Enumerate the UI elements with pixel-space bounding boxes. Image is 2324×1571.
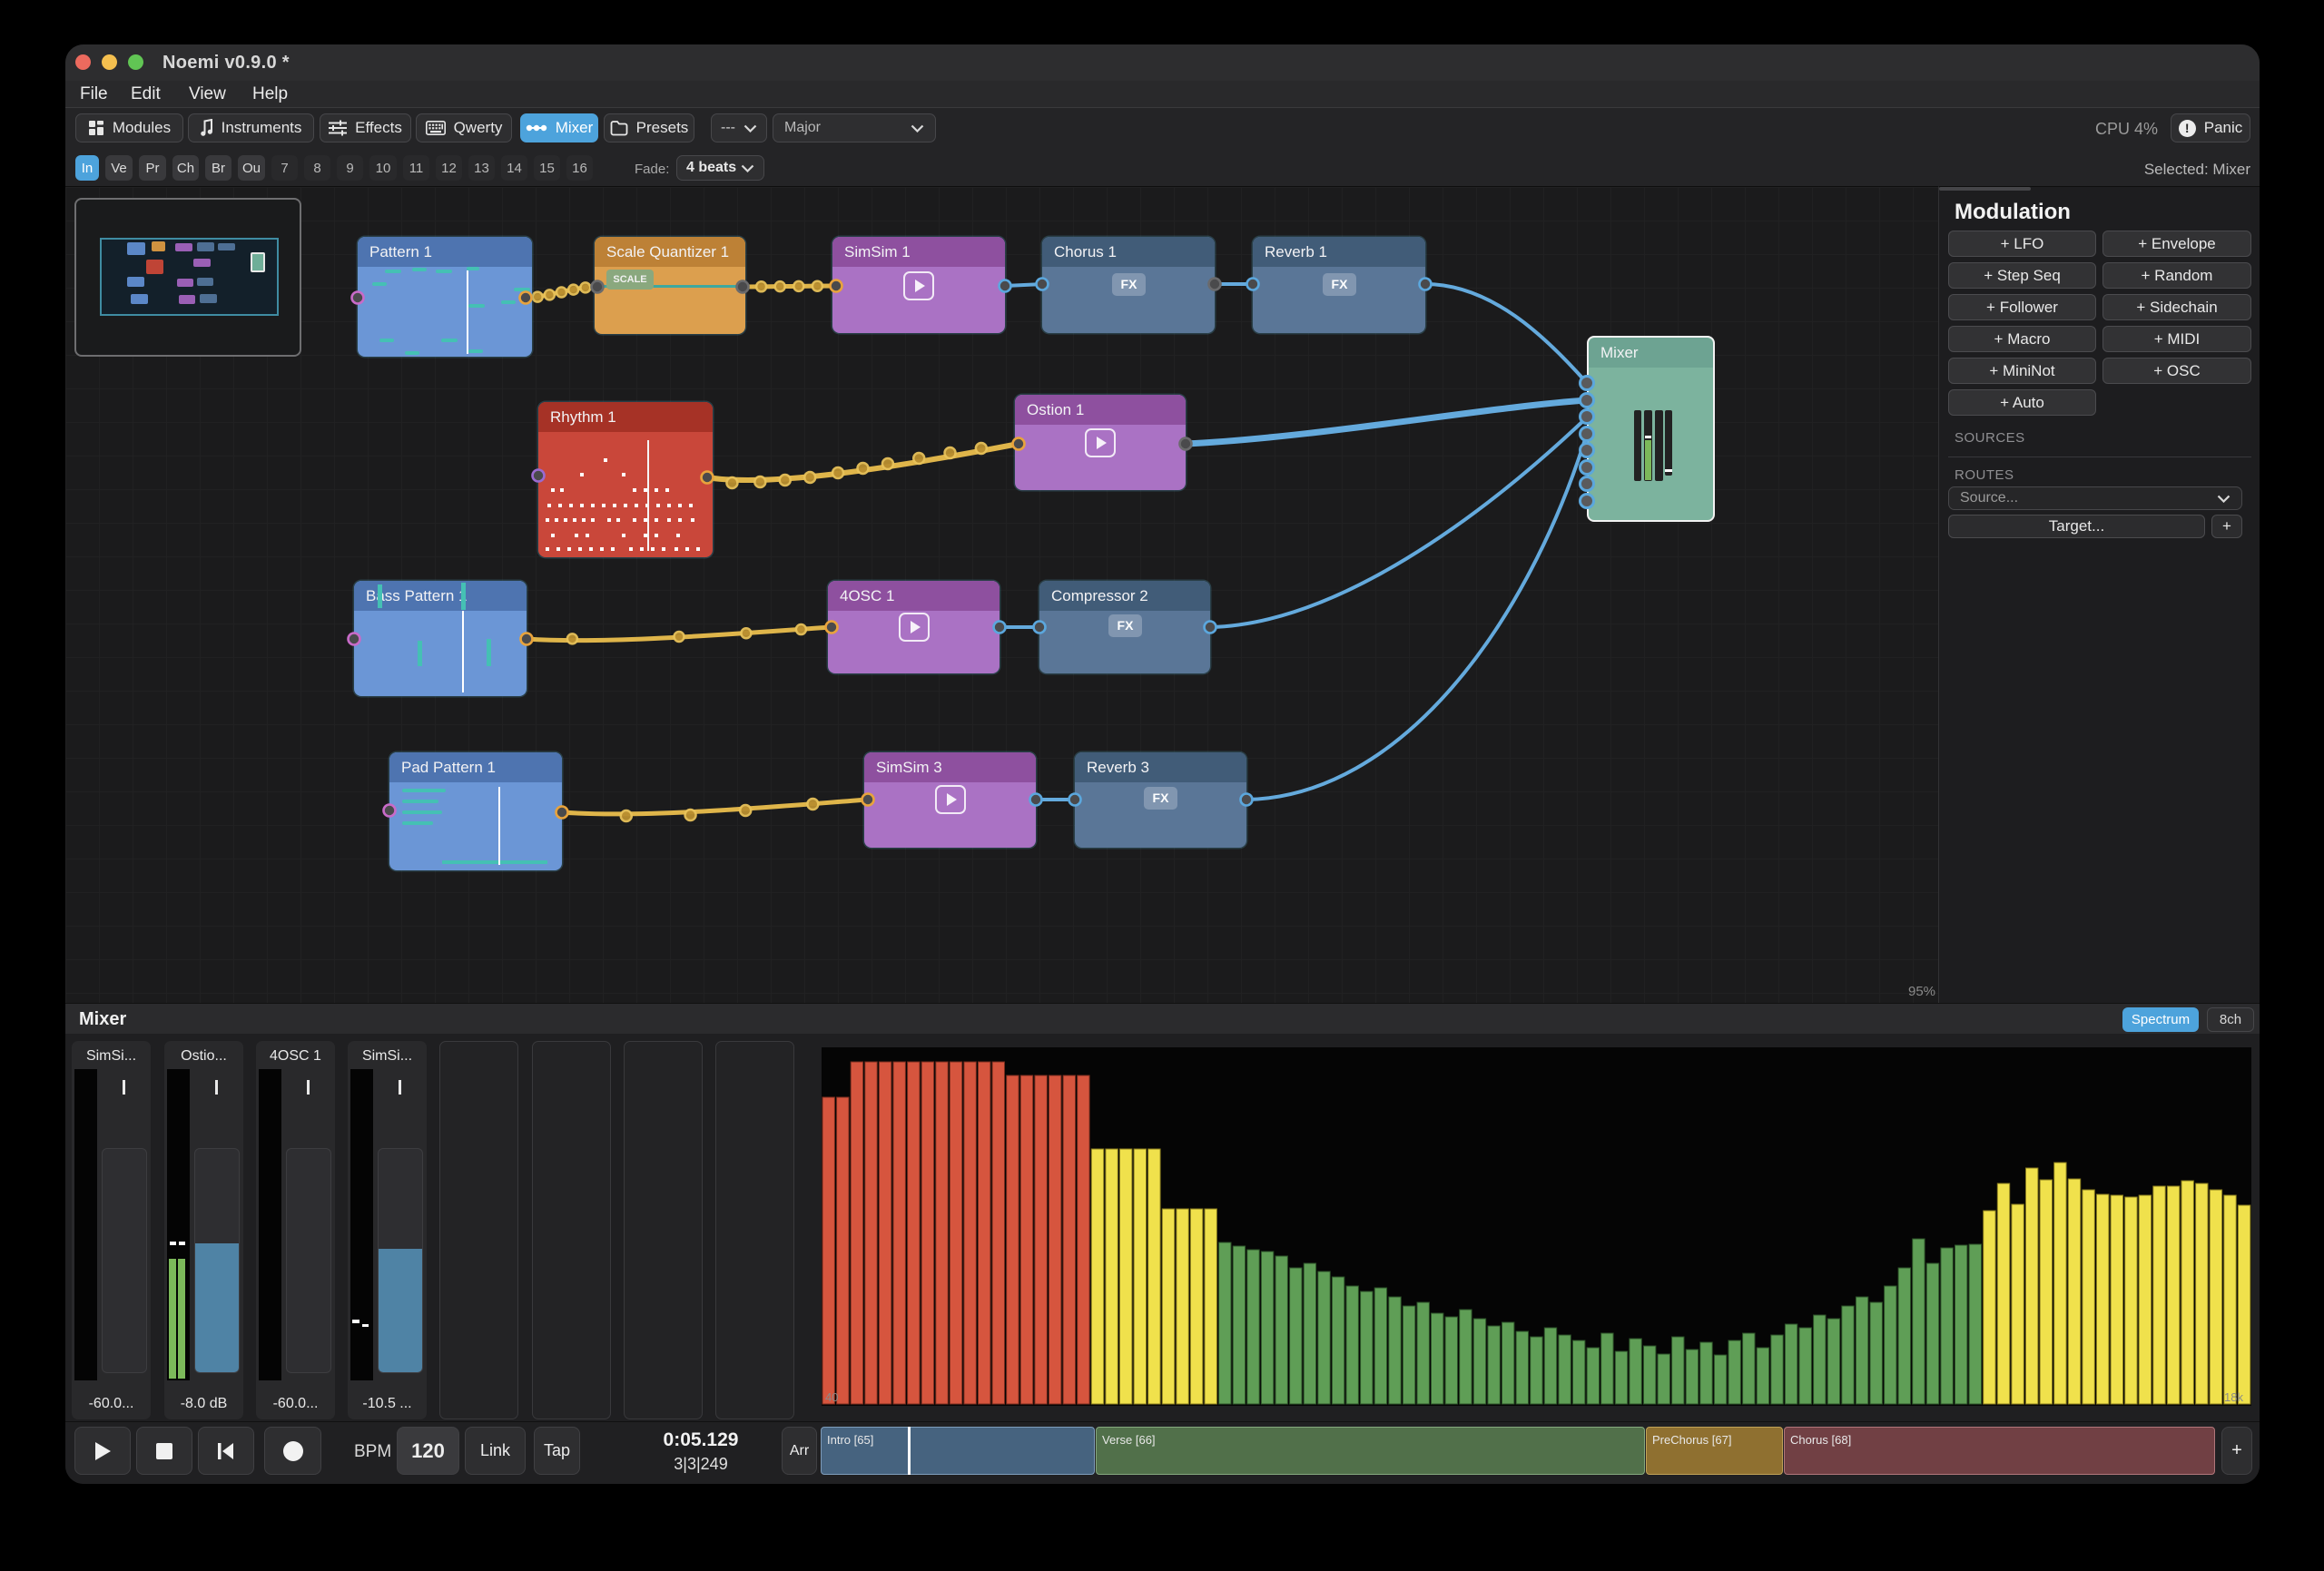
svg-text:40: 40 [825, 1390, 838, 1404]
svg-text:18k: 18k [2224, 1390, 2243, 1404]
